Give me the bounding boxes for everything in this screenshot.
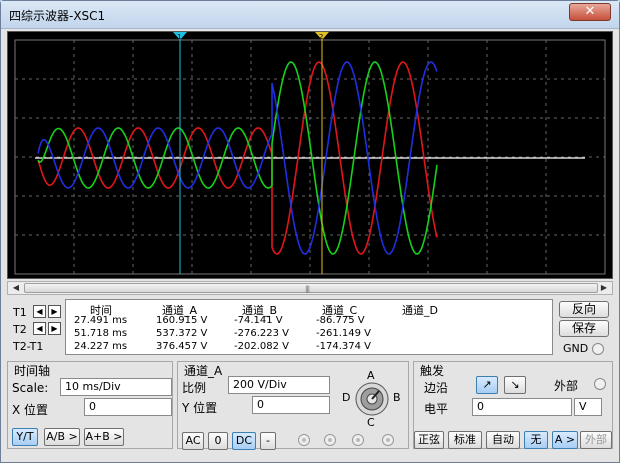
row3-time: 24.227 ms xyxy=(74,341,128,352)
knob-label-a: A xyxy=(367,369,375,382)
cursor-t2-marker-label: 2 xyxy=(319,33,323,41)
trigger-mode-single[interactable]: 正弦 xyxy=(414,431,444,449)
t2-t1-label: T2-T1 xyxy=(13,340,44,353)
coupling-ac-button[interactable]: AC xyxy=(182,432,204,450)
t1-right-arrow-icon[interactable]: ▶ xyxy=(48,305,61,318)
channel-a-select-radio[interactable] xyxy=(298,434,310,446)
oscilloscope-window: 四综示波器-XSC1 ✕ 12 ◀ ||| ▶ T1 ◀ ▶ T2 ◀ ▶ T2… xyxy=(0,0,620,463)
external-label: 外部 xyxy=(554,379,579,393)
channel-scale-field[interactable]: 200 V/Div xyxy=(228,376,330,394)
falling-edge-icon[interactable]: ↘ xyxy=(504,376,526,394)
cursor-t1-marker-label: 1 xyxy=(177,33,181,41)
coupling-zero-button[interactable]: 0 xyxy=(208,432,228,450)
row1-channel-a: 160.915 V xyxy=(156,315,208,326)
trigger-level-field[interactable]: 0 xyxy=(472,398,572,416)
gnd-radio[interactable] xyxy=(591,343,604,355)
trigger-panel: 触发 边沿 ↗ ↘ 外部 电平 0 V 正弦 标准 自动 无 A > 外部 xyxy=(413,361,613,449)
trigger-mode-auto[interactable]: 自动 xyxy=(486,431,520,449)
scroll-left-icon[interactable]: ◀ xyxy=(9,282,23,294)
trigger-mode-none[interactable]: 无 xyxy=(524,431,548,449)
trigger-source-a[interactable]: A > xyxy=(552,431,578,449)
cursor-controls: T1 ◀ ▶ T2 ◀ ▶ T2-T1 xyxy=(11,303,61,354)
timebase-title: 时间轴 xyxy=(14,364,51,378)
row3-channel-b: -202.082 V xyxy=(234,341,289,352)
grip-icon: ||| xyxy=(305,285,310,293)
level-label: 电平 xyxy=(424,402,449,416)
row1-channel-c: -86.775 V xyxy=(316,315,365,326)
row2-channel-a: 537.372 V xyxy=(156,328,208,339)
coupling-dc-button[interactable]: DC xyxy=(232,432,256,450)
timebase-scale-field[interactable]: 10 ms/Div xyxy=(60,378,172,396)
rising-edge-icon[interactable]: ↗ xyxy=(476,376,498,394)
trigger-mode-normal[interactable]: 标准 xyxy=(448,431,482,449)
x-position-field[interactable]: 0 xyxy=(84,398,172,416)
channel-selector-knob[interactable]: A B C D xyxy=(339,367,409,429)
knob-label-b: B xyxy=(393,391,401,404)
row1-time: 27.491 ms xyxy=(74,315,128,326)
channel-d-select-radio[interactable] xyxy=(382,434,394,446)
coupling-minus-button[interactable]: - xyxy=(260,432,276,450)
t2-left-arrow-icon[interactable]: ◀ xyxy=(33,322,46,335)
title-bar: 四综示波器-XSC1 ✕ xyxy=(1,1,619,29)
row3-channel-a: 376.457 V xyxy=(156,341,208,352)
trigger-title: 触发 xyxy=(420,364,445,378)
header-channel-d: 通道_D xyxy=(402,304,438,317)
t1-label: T1 xyxy=(13,306,27,319)
horizontal-scrollbar[interactable]: ◀ ||| ▶ xyxy=(7,281,613,295)
y-position-field[interactable]: 0 xyxy=(252,396,330,414)
reverse-button[interactable]: 反向 xyxy=(559,301,609,318)
mode-yt-button[interactable]: Y/T xyxy=(12,428,38,446)
knob-label-d: D xyxy=(342,391,351,404)
t2-right-arrow-icon[interactable]: ▶ xyxy=(48,322,61,335)
close-button[interactable]: ✕ xyxy=(569,3,611,21)
channel-c-select-radio[interactable] xyxy=(352,434,364,446)
t1-left-arrow-icon[interactable]: ◀ xyxy=(33,305,46,318)
t2-label: T2 xyxy=(13,323,27,336)
waveform-canvas: 12 xyxy=(14,32,606,275)
ypos-label: Y 位置 xyxy=(182,401,218,415)
timebase-panel: 时间轴 Scale: 10 ms/Div X 位置 0 Y/T A/B > A+… xyxy=(7,361,173,449)
channel-b-select-radio[interactable] xyxy=(324,434,336,446)
gnd-label: GND xyxy=(563,342,589,355)
trigger-level-unit[interactable]: V xyxy=(574,398,602,416)
cursor-t1-row: T1 ◀ ▶ xyxy=(11,303,61,320)
mode-a-plus-b-button[interactable]: A+B > xyxy=(84,428,124,446)
window-title: 四综示波器-XSC1 xyxy=(9,9,106,23)
edge-label: 边沿 xyxy=(424,381,449,395)
xpos-label: X 位置 xyxy=(12,403,49,417)
save-button[interactable]: 保存 xyxy=(559,320,609,337)
scale-label: Scale: xyxy=(12,381,49,395)
ratio-label: 比例 xyxy=(182,381,207,395)
scroll-thumb[interactable]: ||| xyxy=(24,283,598,293)
channel-a-title: 通道_A xyxy=(184,364,223,378)
row1-channel-b: -74.141 V xyxy=(234,315,283,326)
gnd-control: GND xyxy=(563,342,604,355)
knob-label-c: C xyxy=(367,416,375,429)
external-trigger-radio[interactable] xyxy=(594,378,606,390)
measurement-table: 时间 通道_A 通道_B 通道_C 通道_D 27.491 ms 160.915… xyxy=(65,299,553,355)
row2-channel-c: -261.149 V xyxy=(316,328,371,339)
row3-channel-c: -174.374 V xyxy=(316,341,371,352)
cursor-t2-row: T2 ◀ ▶ xyxy=(11,320,61,337)
cursor-diff-row: T2-T1 xyxy=(11,337,61,354)
row2-channel-b: -276.223 V xyxy=(234,328,289,339)
row2-time: 51.718 ms xyxy=(74,328,128,339)
mode-ab-button[interactable]: A/B > xyxy=(44,428,80,446)
oscilloscope-display: 12 xyxy=(7,31,613,279)
trigger-source-external[interactable]: 外部 xyxy=(580,431,612,449)
scroll-right-icon[interactable]: ▶ xyxy=(597,282,611,294)
